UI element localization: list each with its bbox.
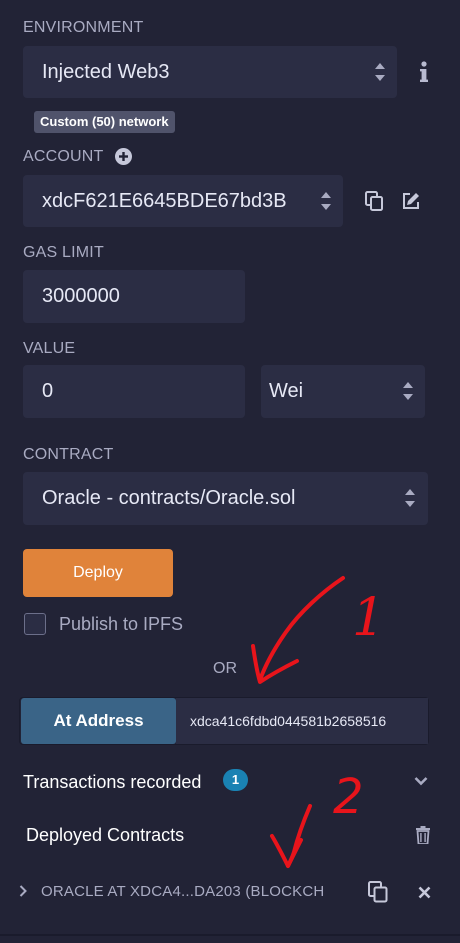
at-address-button[interactable]: At Address (21, 698, 176, 744)
annotation-arrow-2 (286, 804, 312, 868)
publish-ipfs-label: Publish to IPFS (59, 614, 184, 634)
value-unit: Wei (269, 380, 304, 402)
gas-limit-value: 3000000 (42, 285, 120, 307)
contract-select[interactable]: Oracle - contracts/Oracle.sol (23, 472, 428, 525)
or-separator: OR (213, 660, 237, 677)
contract-value: Oracle - contracts/Oracle.sol (42, 487, 296, 509)
network-badge: Custom (50) network (34, 111, 175, 133)
gas-limit-label: GAS LIMIT (23, 244, 104, 261)
deploy-button[interactable]: Deploy (23, 549, 173, 597)
gas-limit-input[interactable]: 3000000 (23, 270, 245, 323)
annotation-number-2: 2 (333, 769, 364, 825)
select-arrows-icon (405, 489, 415, 507)
annotation-arrowhead-2 (270, 834, 303, 868)
at-address-input[interactable]: xdca41c6fdbd044581b2658516 (176, 698, 428, 744)
trash-icon[interactable] (414, 825, 432, 845)
contract-label: CONTRACT (23, 446, 114, 463)
deployed-contracts-label: Deployed Contracts (26, 825, 185, 845)
account-select[interactable]: xdcF621E6645BDE67bd3B (23, 175, 343, 227)
info-icon[interactable] (414, 60, 434, 84)
transactions-label: Transactions recorded (23, 772, 202, 792)
value-amount: 0 (42, 380, 54, 402)
chevron-right-icon[interactable] (17, 884, 29, 898)
environment-select[interactable]: Injected Web3 (23, 46, 397, 98)
environment-value: Injected Web3 (42, 60, 170, 83)
transactions-count-badge: 1 (223, 769, 248, 791)
publish-ipfs-checkbox[interactable] (24, 613, 46, 635)
copy-account-icon[interactable] (364, 190, 384, 212)
add-account-icon[interactable] (114, 147, 132, 165)
bottom-divider (0, 934, 460, 936)
select-arrows-icon (403, 382, 413, 400)
edit-account-icon[interactable] (400, 190, 422, 212)
annotation-number-1: 1 (352, 588, 386, 648)
account-label: ACCOUNT (23, 148, 104, 165)
deployed-instance-label[interactable]: ORACLE AT XDCA4...DA203 (BLOCKCH (41, 883, 344, 900)
copy-address-icon[interactable] (367, 880, 389, 904)
close-icon[interactable] (416, 884, 432, 900)
at-address-value: xdca41c6fdbd044581b2658516 (190, 713, 387, 729)
select-arrows-icon (321, 192, 331, 210)
chevron-down-icon[interactable] (412, 774, 430, 788)
environment-label: ENVIRONMENT (23, 19, 144, 36)
select-arrows-icon (375, 63, 385, 81)
value-unit-select[interactable]: Wei (261, 365, 425, 418)
value-input[interactable]: 0 (23, 365, 245, 418)
account-value: xdcF621E6645BDE67bd3B (42, 189, 287, 212)
value-label: VALUE (23, 340, 76, 357)
